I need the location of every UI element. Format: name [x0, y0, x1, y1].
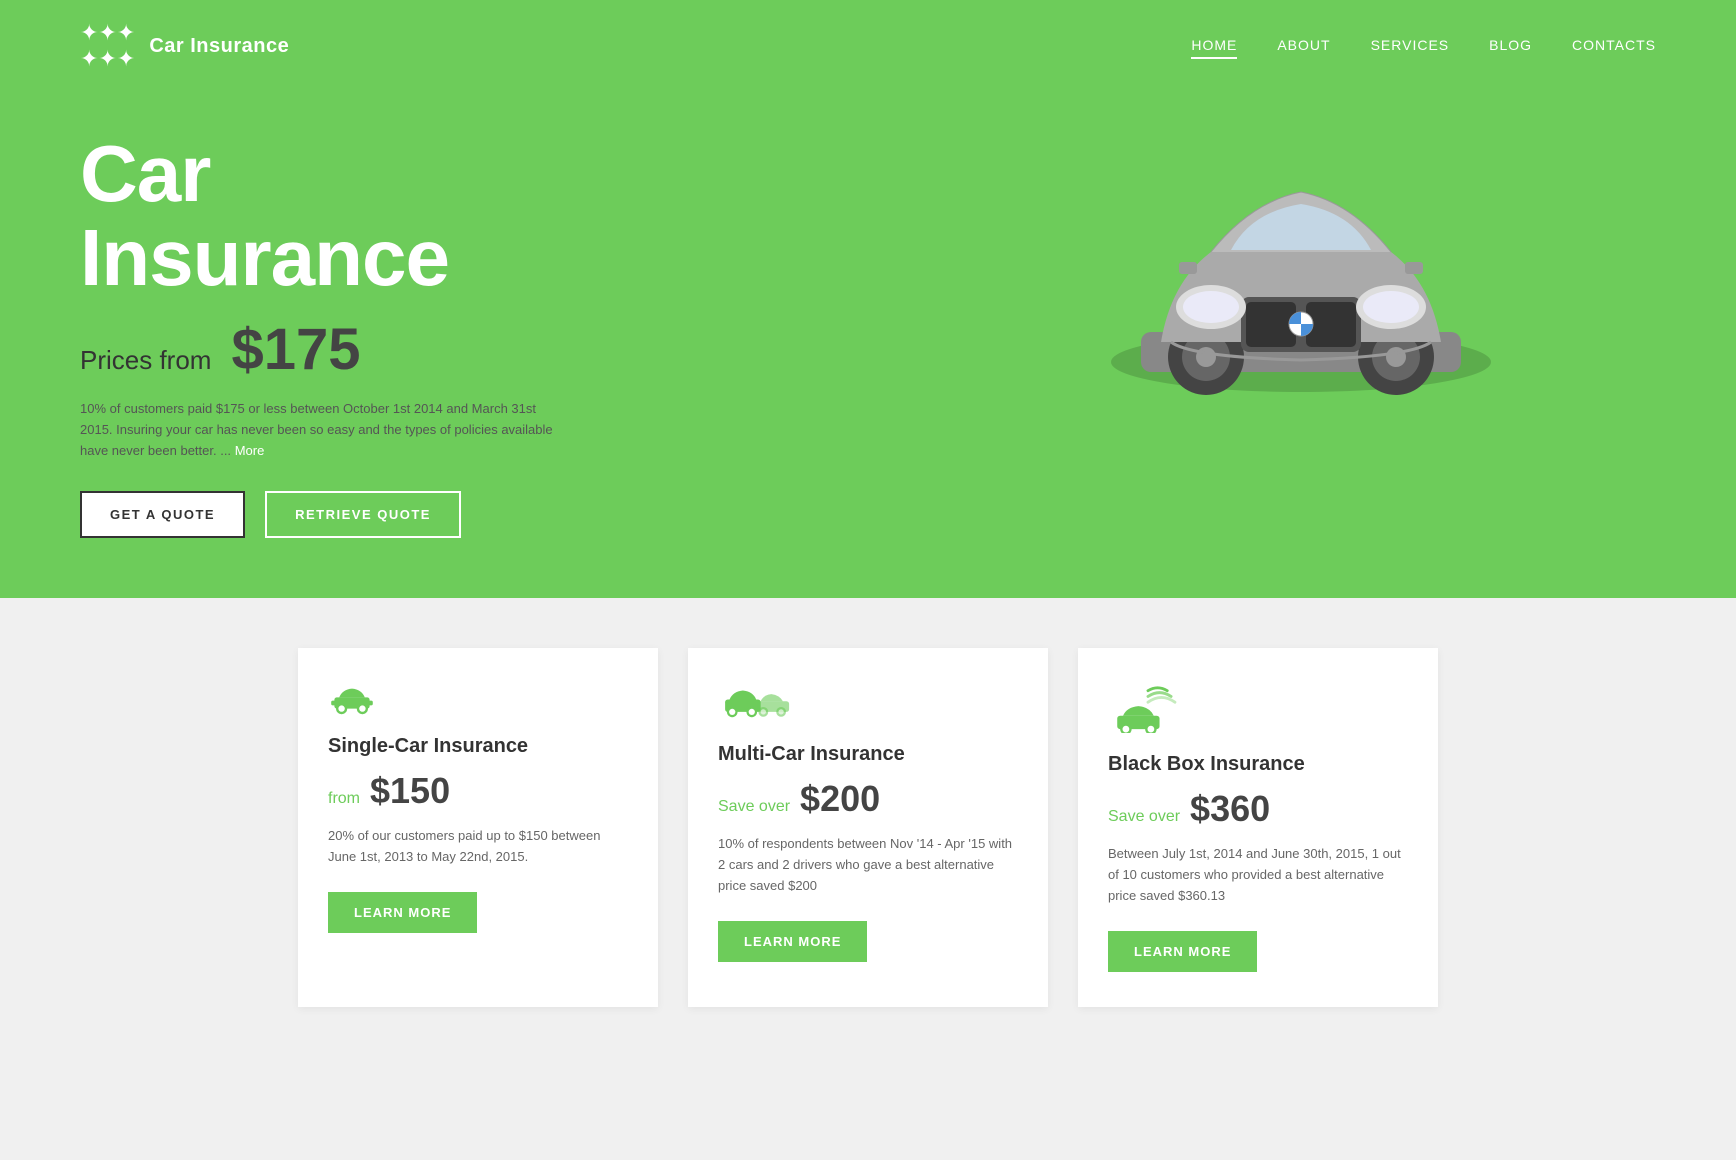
hero-price-label: Prices from	[80, 345, 211, 376]
nav-item-about[interactable]: ABOUT	[1277, 37, 1330, 55]
more-link[interactable]: More	[235, 443, 265, 458]
hero-section: ✦✦✦✦✦✦ Car Insurance HOME ABOUT SERVICES…	[0, 0, 1736, 598]
hero-description: 10% of customers paid $175 or less betwe…	[80, 399, 560, 461]
multi-car-price-row: Save over $200	[718, 778, 1018, 820]
nav-item-contacts[interactable]: CONTACTS	[1572, 37, 1656, 55]
multi-car-price-label: Save over	[718, 798, 790, 816]
brand-name: Car Insurance	[149, 35, 289, 58]
car-illustration	[1091, 122, 1511, 432]
black-box-price-label: Save over	[1108, 808, 1180, 826]
hero-car-image	[947, 122, 1656, 432]
hero-buttons: GET A QUOTE RETRIEVE QUOTE	[80, 491, 947, 538]
black-box-price-value: $360	[1190, 788, 1270, 830]
card-single-car: Single-Car Insurance from $150 20% of ou…	[298, 648, 658, 1006]
single-car-description: 20% of our customers paid up to $150 bet…	[328, 826, 628, 868]
nav-item-blog[interactable]: BLOG	[1489, 37, 1532, 55]
single-car-learn-more-button[interactable]: LEARN MORE	[328, 892, 477, 933]
card-multi-car: Multi-Car Insurance Save over $200 10% o…	[688, 648, 1048, 1006]
black-box-icon	[1108, 683, 1408, 733]
multi-car-learn-more-button[interactable]: LEARN MORE	[718, 921, 867, 962]
hero-price-value: $175	[231, 316, 360, 383]
single-car-price-value: $150	[370, 770, 450, 812]
black-box-price-row: Save over $360	[1108, 788, 1408, 830]
nav-item-services[interactable]: SERVICES	[1371, 37, 1450, 55]
hero-text: Car Insurance Prices from $175 10% of cu…	[80, 122, 947, 538]
single-car-icon	[328, 683, 628, 715]
multi-car-icon	[718, 683, 1018, 723]
multi-car-description: 10% of respondents between Nov '14 - Apr…	[718, 834, 1018, 896]
single-car-price-row: from $150	[328, 770, 628, 812]
hero-content: Car Insurance Prices from $175 10% of cu…	[80, 92, 1656, 598]
black-box-description: Between July 1st, 2014 and June 30th, 20…	[1108, 844, 1408, 906]
nav-brand[interactable]: ✦✦✦✦✦✦ Car Insurance	[80, 20, 289, 72]
navbar: ✦✦✦✦✦✦ Car Insurance HOME ABOUT SERVICES…	[80, 0, 1656, 92]
nav-links: HOME ABOUT SERVICES BLOG CONTACTS	[1191, 37, 1656, 55]
nav-link-contacts[interactable]: CONTACTS	[1572, 37, 1656, 57]
hero-price-row: Prices from $175	[80, 316, 947, 383]
logo-icon: ✦✦✦✦✦✦	[80, 20, 135, 72]
nav-item-home[interactable]: HOME	[1191, 37, 1237, 55]
single-car-price-label: from	[328, 790, 360, 808]
single-car-title: Single-Car Insurance	[328, 735, 628, 758]
black-box-title: Black Box Insurance	[1108, 753, 1408, 776]
nav-link-services[interactable]: SERVICES	[1371, 37, 1450, 57]
get-quote-button[interactable]: GET A QUOTE	[80, 491, 245, 538]
nav-link-about[interactable]: ABOUT	[1277, 37, 1330, 57]
hero-title: Car Insurance	[80, 132, 947, 300]
retrieve-quote-button[interactable]: RETRIEVE QUOTE	[265, 491, 461, 538]
card-black-box: Black Box Insurance Save over $360 Betwe…	[1078, 648, 1438, 1006]
nav-link-home[interactable]: HOME	[1191, 37, 1237, 59]
black-box-learn-more-button[interactable]: LEARN MORE	[1108, 931, 1257, 972]
nav-link-blog[interactable]: BLOG	[1489, 37, 1532, 57]
cards-section: Single-Car Insurance from $150 20% of ou…	[0, 598, 1736, 1056]
multi-car-price-value: $200	[800, 778, 880, 820]
multi-car-title: Multi-Car Insurance	[718, 743, 1018, 766]
